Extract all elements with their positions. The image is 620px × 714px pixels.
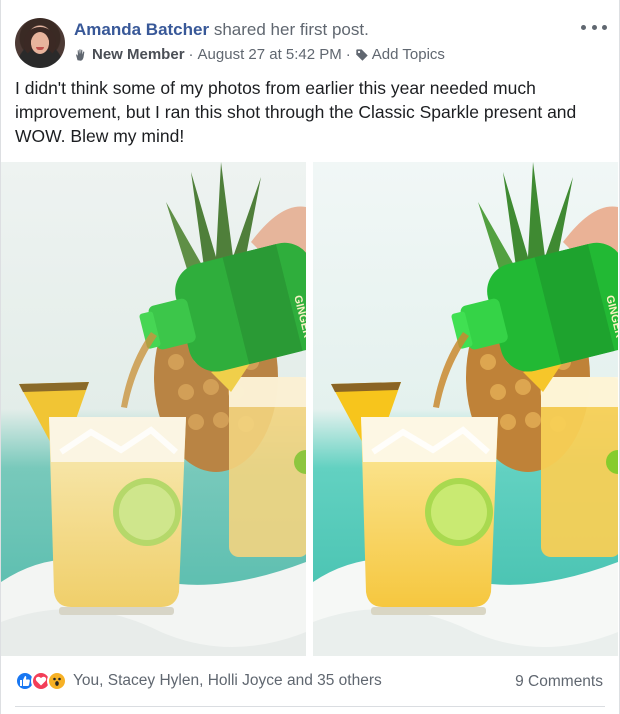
meta-separator: · xyxy=(345,46,351,63)
comments-count-link[interactable]: 9 Comments xyxy=(515,673,603,691)
footer-divider xyxy=(15,706,605,707)
post-photo-after[interactable]: GINGER xyxy=(313,162,618,656)
avatar-face xyxy=(31,32,49,54)
meta-separator: · xyxy=(188,46,194,63)
post-timestamp[interactable]: August 27 at 5:42 PM xyxy=(198,46,342,63)
post-header: Amanda Batcher shared her first post. xyxy=(74,20,369,40)
reactions-summary[interactable]: You, Stacey Hylen, Holli Joyce and 35 ot… xyxy=(15,671,382,691)
post-options-button[interactable] xyxy=(581,18,607,36)
more-dot-icon xyxy=(602,24,607,30)
post-body-text: I didn't think some of my photos from ea… xyxy=(15,78,577,146)
cocktail-photo-illustration-enhanced: GINGER xyxy=(313,162,618,656)
post-meta: New Member · August 27 at 5:42 PM · Add … xyxy=(74,46,445,63)
author-name-link[interactable]: Amanda Batcher xyxy=(74,20,209,39)
badge-label: New Member xyxy=(92,46,185,63)
post-card: Amanda Batcher shared her first post. Ne… xyxy=(0,0,620,714)
wow-icon xyxy=(47,671,67,691)
add-topics-label: Add Topics xyxy=(371,46,445,63)
add-topics-link[interactable]: Add Topics xyxy=(355,46,445,63)
cocktail-photo-illustration: GINGER xyxy=(1,162,306,656)
post-photo-before[interactable]: GINGER xyxy=(1,162,306,656)
new-member-badge[interactable]: New Member xyxy=(74,46,185,63)
author-avatar[interactable] xyxy=(15,18,65,68)
reactions-names: You, Stacey Hylen, Holli Joyce and 35 ot… xyxy=(73,672,382,689)
waving-hand-icon xyxy=(76,48,85,61)
more-dot-icon xyxy=(591,24,597,30)
tag-icon xyxy=(356,48,368,61)
more-dot-icon xyxy=(581,24,586,30)
post-action-text: shared her first post. xyxy=(213,20,369,39)
